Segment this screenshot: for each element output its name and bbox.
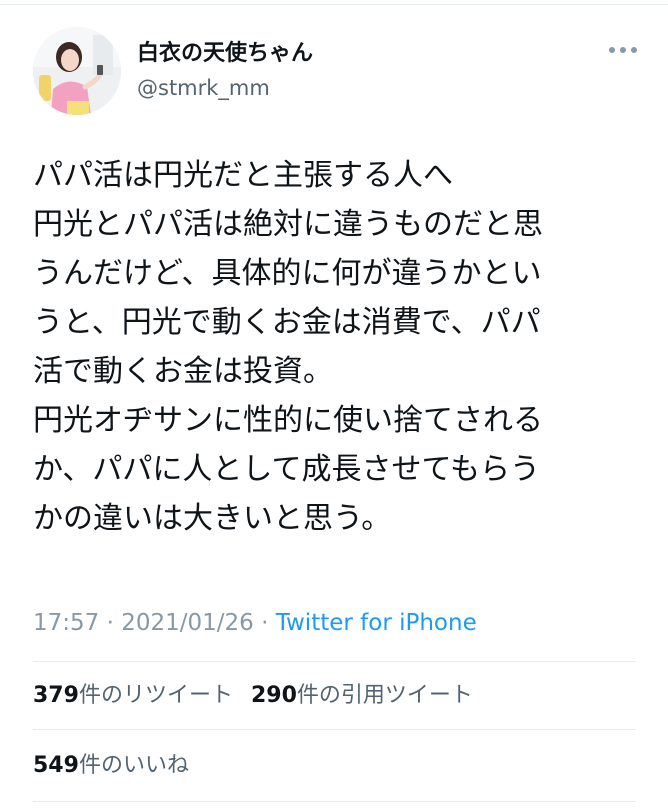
tweet-text-line: か、パパに人として成長させてもらう (33, 452, 540, 487)
retweets-stat[interactable]: 379件のリツイート (33, 683, 233, 708)
tweet-header: 白衣の天使ちゃん @stmrk_mm (33, 26, 313, 116)
tweet-text-line: 円光とパパ活は絶対に違うものだと思 (33, 207, 543, 242)
tweet-text-line: 円光オヂサンに性的に使い捨てされる (33, 403, 543, 438)
tweet-date[interactable]: 2021/01/26 (121, 610, 254, 636)
quotes-label: 件の引用ツイート (296, 683, 473, 708)
avatar[interactable] (33, 27, 121, 115)
top-divider (0, 4, 668, 5)
more-dots-icon[interactable] (609, 40, 637, 60)
divider (33, 661, 636, 662)
dot (631, 47, 637, 53)
tweet-text-line: パパ活は円光だと主張する人へ (33, 158, 453, 193)
divider (33, 801, 636, 802)
tweet-meta: 17:57 · 2021/01/26 · Twitter for iPhone (33, 605, 477, 641)
retweets-count: 379 (33, 683, 79, 708)
likes-label: 件のいいね (78, 753, 189, 778)
tweet-time[interactable]: 17:57 (33, 610, 99, 636)
user-names: 白衣の天使ちゃん @stmrk_mm (137, 39, 313, 103)
tweet-source-link[interactable]: Twitter for iPhone (276, 610, 477, 636)
meta-separator: · (99, 610, 122, 636)
likes-stat[interactable]: 549件のいいね (33, 753, 189, 778)
quotes-count: 290 (250, 683, 297, 708)
divider (33, 729, 636, 730)
tweet-text-line: 活で動くお金は投資。 (33, 354, 333, 389)
quotes-stat[interactable]: 290件の引用ツイート (251, 683, 473, 708)
tweet-text-line: かの違いは大きいと思う。 (33, 501, 392, 536)
display-name[interactable]: 白衣の天使ちゃん (137, 39, 313, 69)
tweet-text-line: うと、円光で動くお金は消費で、パパ (33, 305, 541, 340)
retweets-label: 件のリツイート (78, 683, 233, 708)
dot (609, 47, 615, 53)
user-handle[interactable]: @stmrk_mm (137, 73, 313, 103)
tweet-text: パパ活は円光だと主張する人へ 円光とパパ活は絶対に違うものだと思 うんだけど、具… (33, 151, 643, 543)
avatar-image (33, 27, 121, 115)
engagement-row: 379件のリツイート 290件の引用ツイート (33, 680, 473, 712)
meta-separator: · (253, 610, 276, 636)
likes-count: 549 (33, 753, 79, 778)
dot (620, 47, 626, 53)
likes-row: 549件のいいね (33, 750, 189, 782)
tweet-text-line: うんだけど、具体的に何が違うかとい (33, 256, 542, 291)
